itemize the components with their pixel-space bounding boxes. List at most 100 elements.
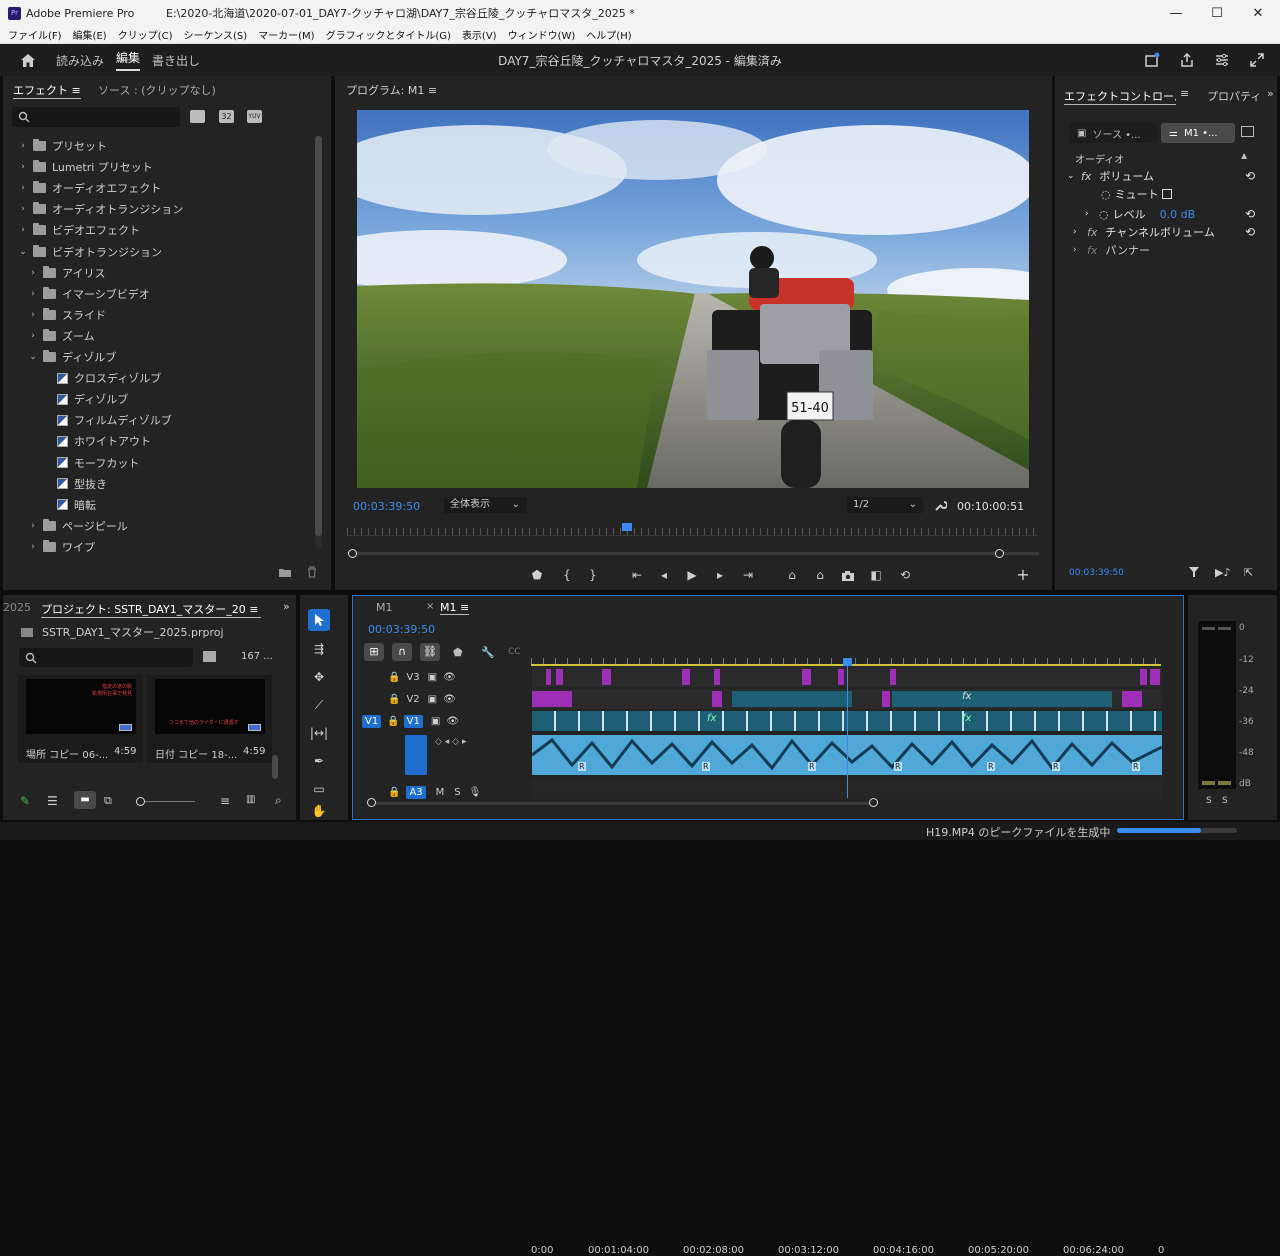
menu-sequence[interactable]: シーケンス(S) [183, 27, 247, 42]
effects-folder[interactable]: › スライド [27, 305, 106, 325]
audio-source-patch[interactable] [405, 735, 427, 775]
step-back-icon[interactable]: ◂ [657, 568, 671, 582]
effect-item[interactable]: フィルムディゾルブ [57, 410, 172, 430]
automate-icon[interactable]: ▥ [246, 794, 255, 805]
home-icon[interactable] [18, 50, 38, 70]
track-select-icon[interactable]: ⇶ [308, 638, 330, 660]
menu-view[interactable]: 表示(V) [462, 27, 497, 42]
menu-edit[interactable]: 編集(E) [73, 27, 107, 42]
effects-folder[interactable]: › ワイプ [27, 537, 95, 557]
captions-icon[interactable]: CC [508, 647, 521, 657]
minimize-button[interactable]: — [1156, 0, 1196, 26]
chevron-right-icon[interactable]: › [27, 310, 39, 320]
chevron-right-icon[interactable]: › [27, 331, 39, 341]
zoom-scrollbar[interactable] [347, 552, 1039, 555]
tab-edit[interactable]: 編集 [116, 49, 141, 71]
chevron-right-icon[interactable]: › [27, 521, 39, 531]
track-target-v1[interactable]: V1 [403, 714, 423, 728]
timeline-zoom-bar[interactable] [371, 802, 873, 805]
effects-folder[interactable]: › ビデオエフェクト [17, 220, 140, 240]
wrench-icon[interactable] [932, 497, 948, 513]
menu-help[interactable]: ヘルプ(H) [586, 27, 631, 42]
play-icon[interactable]: ▶ [685, 568, 699, 582]
new-bin-icon[interactable] [278, 566, 292, 581]
ripple-edit-icon[interactable]: ✥ [308, 666, 330, 688]
level-control[interactable]: › ◌ レベル 0.0 dB ⟲ [1085, 205, 1255, 223]
play-audio-icon[interactable]: ▶♪ [1215, 566, 1230, 579]
timeline-settings-icon[interactable]: 🔧 [481, 646, 495, 659]
effects-folder[interactable]: › Lumetri プリセット [17, 157, 153, 177]
fullscreen-icon[interactable] [1247, 50, 1267, 70]
zoom-handle-right[interactable] [869, 798, 878, 807]
collapse-icon[interactable]: ▲ [1241, 151, 1247, 160]
effects-folder[interactable]: › プリセット [17, 136, 107, 156]
tab-project[interactable]: プロジェクト: SSTR_DAY1_マスター_20 ≡ [41, 601, 261, 618]
menu-window[interactable]: ウィンドウ(W) [508, 27, 576, 42]
current-timecode[interactable]: 00:03:39:50 [353, 500, 420, 513]
find-icon[interactable] [203, 651, 216, 662]
effects-folder[interactable]: ⌄ ディゾルブ [27, 347, 116, 367]
razor-icon[interactable]: ⟋ [308, 694, 330, 716]
tab-sequence-inactive[interactable]: M1 [376, 601, 393, 614]
tab-import[interactable]: 読み込み [56, 52, 104, 69]
vr-video-icon[interactable]: ⟲ [896, 568, 914, 582]
sort-icon[interactable]: ≡ [220, 794, 230, 808]
effects-folder[interactable]: ⌄ ビデオトランジション [17, 242, 162, 262]
menu-marker[interactable]: マーカー(M) [258, 27, 314, 42]
close-tab-icon[interactable]: × [426, 601, 434, 612]
project-item[interactable]: ココまで他のライダーに遭遇す 日付 コピー 18-... 4:59 [147, 675, 272, 763]
linked-selection-icon[interactable]: ⛓ [420, 643, 440, 661]
solo-right-button[interactable]: S [1222, 796, 1228, 806]
accelerated-effects-icon[interactable] [190, 110, 205, 123]
selection-tool-icon[interactable] [308, 609, 330, 631]
toggle-timeline-icon[interactable] [1241, 126, 1254, 137]
zoom-handle-left[interactable] [367, 798, 376, 807]
add-marker-icon[interactable]: ⬟ [531, 568, 543, 582]
freeform-view-icon[interactable]: ⧉ [104, 794, 112, 808]
snap-icon[interactable]: ∩ [392, 643, 412, 661]
tab-sequence-active[interactable]: M1 ≡ [440, 601, 470, 615]
effects-folder[interactable]: › オーディオエフェクト [17, 178, 161, 198]
effect-volume[interactable]: ⌄ fx ボリューム ⟲ [1067, 167, 1255, 185]
chevron-right-icon[interactable]: › [17, 162, 29, 172]
menu-graphics[interactable]: グラフィックとタイトル(G) [326, 27, 451, 42]
chevron-down-icon[interactable]: ⌄ [17, 247, 29, 257]
effect-item[interactable]: クロスディゾルブ [57, 368, 161, 388]
vertical-scroll-handles[interactable] [1163, 668, 1170, 788]
trash-icon[interactable] [306, 566, 318, 581]
timeline-timecode[interactable]: 00:03:39:50 [368, 623, 435, 636]
tab-effects[interactable]: エフェクト ≡ [13, 82, 81, 99]
slip-icon[interactable]: |↔| [308, 722, 330, 744]
lift-icon[interactable]: ⌂ [783, 568, 801, 582]
effects-folder[interactable]: › ページピール [27, 516, 128, 536]
list-view-icon[interactable]: ☰ [47, 794, 58, 808]
rectangle-icon[interactable]: ▭ [308, 778, 330, 800]
effect-item[interactable]: モーフカット [57, 453, 139, 473]
icon-view-button[interactable]: ▬ [74, 791, 96, 809]
go-to-out-icon[interactable]: ⇥ [740, 568, 756, 582]
add-marker-icon[interactable]: ⬟ [453, 646, 463, 659]
camera-icon[interactable] [839, 568, 857, 582]
effects-search-input[interactable] [12, 107, 180, 127]
effect-item[interactable]: ホワイトアウト [57, 431, 151, 451]
settings-icon[interactable] [1212, 50, 1232, 70]
effects-folder[interactable]: › イマーシブビデオ [27, 284, 150, 304]
chevron-right-icon[interactable]: › [17, 183, 29, 193]
close-button[interactable]: ✕ [1238, 0, 1278, 26]
timeline-playhead[interactable] [843, 658, 852, 798]
menu-file[interactable]: ファイル(F) [8, 27, 62, 42]
effect-item[interactable]: ディゾルブ [57, 389, 128, 409]
export-icon[interactable]: ⇱ [1244, 566, 1253, 579]
tab-edge[interactable]: 2025 [3, 601, 31, 614]
time-ruler[interactable] [347, 528, 1037, 536]
pen-icon[interactable]: ✒ [308, 750, 330, 772]
yuv-effects-icon[interactable]: YUV [247, 110, 262, 123]
more-tabs-icon[interactable]: » [283, 600, 290, 613]
step-forward-icon[interactable]: ▸ [713, 568, 727, 582]
effects-scrollbar[interactable] [315, 136, 322, 548]
mute-control[interactable]: ◌ ミュート [1101, 186, 1172, 202]
project-search-input[interactable] [19, 648, 193, 667]
zoom-handle-left[interactable] [348, 549, 357, 558]
source-clip-tab[interactable]: ▣ ソース •... [1069, 123, 1157, 143]
effect-panner[interactable]: › fx パンナー [1073, 241, 1255, 259]
